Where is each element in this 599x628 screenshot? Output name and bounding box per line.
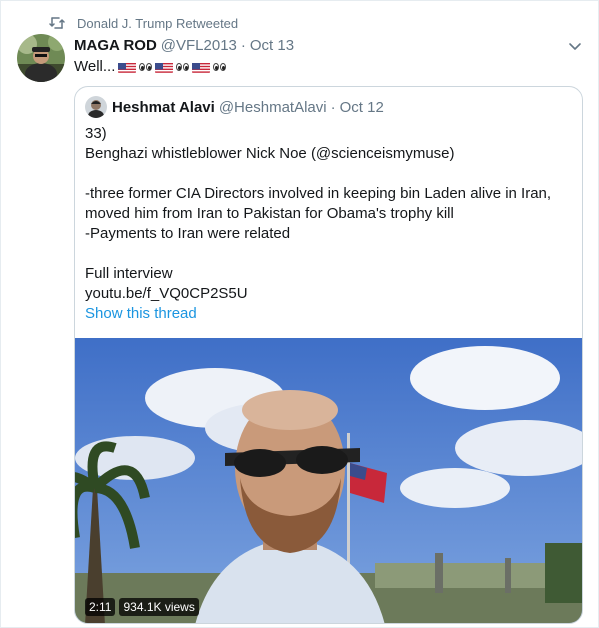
quoted-separator-dot: · [330, 98, 336, 116]
quoted-display-name[interactable]: Heshmat Alavi [112, 99, 215, 116]
us-flag-icon [192, 61, 211, 73]
eyes-icon [139, 63, 153, 71]
retweet-indicator: Donald J. Trump Retweeted [49, 14, 238, 32]
video-views: 934.1K views [119, 598, 199, 616]
chevron-down-icon[interactable] [566, 37, 584, 55]
avatar[interactable] [17, 34, 65, 82]
quoted-text-line [85, 244, 551, 264]
quoted-text-line: -three former CIA Directors involved in … [85, 185, 552, 202]
video-duration: 2:11 [85, 598, 116, 616]
display-name[interactable]: MAGA ROD [74, 37, 157, 54]
quoted-text-line: 33) [85, 125, 107, 142]
us-flag-icon [155, 61, 174, 73]
quoted-tweet-date[interactable]: Oct 12 [340, 99, 384, 116]
separator-dot: · [240, 37, 246, 54]
quoted-text-line: Benghazi whistleblower Nick Noe (@scienc… [85, 145, 455, 162]
quoted-text-line: Full interview [85, 265, 173, 282]
retweet-label[interactable]: Donald J. Trump Retweeted [77, 16, 238, 31]
quoted-tweet-header: Heshmat Alavi @HeshmatAlavi · Oct 12 [85, 96, 384, 118]
quoted-text-line: -Payments to Iran were related [85, 225, 291, 242]
tweet-date[interactable]: Oct 13 [250, 37, 294, 54]
eyes-icon [213, 63, 227, 71]
us-flag-icon [118, 61, 137, 73]
show-thread-link[interactable]: Show this thread [85, 305, 197, 322]
tweet-header: MAGA ROD @VFL2013 · Oct 13 [74, 37, 294, 54]
quoted-link[interactable]: youtu.be/f_VQ0CP2S5U [85, 284, 551, 304]
quoted-avatar[interactable] [85, 96, 107, 118]
tweet-text-content: Well... [74, 58, 116, 75]
tweet-card[interactable]: Donald J. Trump Retweeted MAGA ROD @VFL2… [0, 0, 599, 628]
quoted-tweet[interactable]: Heshmat Alavi @HeshmatAlavi · Oct 12 33)… [74, 86, 583, 624]
retweet-icon [49, 16, 65, 30]
quoted-text-line: moved him from Iran to Pakistan for Obam… [85, 205, 454, 222]
eyes-icon [176, 63, 190, 71]
video-thumbnail [75, 338, 582, 623]
emoji-sequence [118, 61, 229, 73]
quoted-text-line [85, 164, 551, 184]
user-handle[interactable]: @VFL2013 [161, 37, 237, 54]
video-player[interactable]: 2:11 934.1K views [75, 338, 582, 623]
quoted-tweet-text: 33) Benghazi whistleblower Nick Noe (@sc… [85, 124, 551, 304]
video-badges: 2:11 934.1K views [85, 598, 199, 616]
quoted-user-handle[interactable]: @HeshmatAlavi [219, 99, 327, 116]
tweet-text: Well... [74, 57, 229, 77]
